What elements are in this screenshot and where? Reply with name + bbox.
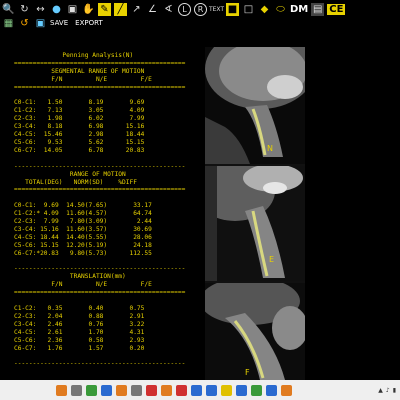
save-icon[interactable]: ▣	[34, 17, 47, 30]
xray-extension[interactable]: E	[205, 166, 305, 281]
report-text: Penning Analysis(N) ====================…	[14, 52, 186, 368]
frame-icon[interactable]: ■	[226, 2, 239, 16]
taskbar-app-icon[interactable]	[161, 384, 172, 396]
right-marker-icon[interactable]: R	[194, 2, 207, 16]
ce-button[interactable]: CE	[327, 3, 346, 15]
arrow-icon[interactable]: ↗	[130, 3, 143, 16]
taskbar: ▲ ♪ ▮	[0, 380, 400, 400]
taskbar-app-icon[interactable]	[146, 384, 157, 396]
xray-neutral[interactable]: N	[205, 47, 305, 164]
taskbar-app-icon[interactable]	[116, 384, 127, 396]
right-blank-area	[305, 30, 400, 380]
taskbar-app-icon[interactable]	[221, 384, 232, 396]
compare-icon[interactable]: ↔	[34, 3, 47, 16]
xray-label-n: N	[267, 144, 273, 153]
taskbar-app-icon[interactable]	[236, 384, 247, 396]
taskbar-app-icon[interactable]	[251, 384, 262, 396]
toolbar-row-file: ▦ ↺ ▣ SAVE EXPORT	[2, 17, 107, 29]
angle-icon[interactable]: ∠	[146, 3, 159, 16]
settings-icon[interactable]: ▤	[311, 2, 325, 16]
xray-flexion[interactable]: F	[205, 283, 305, 380]
angle2-icon[interactable]: ∢	[162, 3, 175, 16]
magnifier-icon[interactable]: 🔍	[2, 3, 15, 16]
taskbar-app-icon[interactable]	[176, 384, 187, 396]
system-tray: ▲ ♪ ▮	[378, 387, 400, 394]
xray-stack: N E F	[205, 47, 305, 380]
battery-icon[interactable]: ▮	[393, 387, 396, 394]
ruler-icon[interactable]: ╱	[114, 2, 127, 16]
hand-icon[interactable]: ✋	[82, 3, 95, 16]
image-icon[interactable]: ▣	[66, 3, 79, 16]
toolbar: 🔍 ↻ ↔ ● ▣ ✋ ✎ ╱ ↗ ∠ ∢ L R TEXT ■ □ ◆ ⬭ D…	[0, 0, 400, 30]
save-button[interactable]: SAVE	[50, 19, 68, 27]
xray-label-f: F	[245, 368, 250, 377]
taskbar-app-icon[interactable]	[131, 384, 142, 396]
square-icon[interactable]: □	[242, 3, 255, 16]
taskbar-app-icon[interactable]	[71, 384, 82, 396]
export-button[interactable]: EXPORT	[75, 19, 103, 27]
left-marker-icon[interactable]: L	[178, 2, 191, 16]
color-picker-icon[interactable]: ●	[50, 3, 63, 16]
refresh-icon[interactable]: ↺	[18, 17, 31, 30]
taskbar-apps	[0, 384, 292, 396]
text-icon[interactable]: TEXT	[209, 3, 224, 16]
taskbar-app-icon[interactable]	[281, 384, 292, 396]
note-icon[interactable]: ✎	[98, 2, 111, 16]
taskbar-app-icon[interactable]	[86, 384, 97, 396]
taskbar-app-icon[interactable]	[266, 384, 277, 396]
taskbar-app-icon[interactable]	[191, 384, 202, 396]
ellipse-icon[interactable]: ⬭	[274, 3, 287, 16]
rotate-icon[interactable]: ↻	[18, 3, 31, 16]
tag-icon[interactable]: ◆	[258, 3, 271, 16]
toolbar-row-tools: 🔍 ↻ ↔ ● ▣ ✋ ✎ ╱ ↗ ∠ ∢ L R TEXT ■ □ ◆ ⬭ D…	[2, 1, 346, 17]
taskbar-app-icon[interactable]	[206, 384, 217, 396]
clipboard-icon[interactable]: ▦	[2, 17, 15, 30]
taskbar-app-icon[interactable]	[56, 384, 67, 396]
xray-label-e: E	[269, 255, 274, 264]
volume-icon[interactable]: ♪	[386, 387, 390, 394]
dm-button[interactable]: DM	[290, 4, 308, 15]
wifi-icon[interactable]: ▲	[378, 387, 383, 394]
taskbar-app-icon[interactable]	[101, 384, 112, 396]
analysis-report: Penning Analysis(N) ====================…	[0, 30, 205, 380]
